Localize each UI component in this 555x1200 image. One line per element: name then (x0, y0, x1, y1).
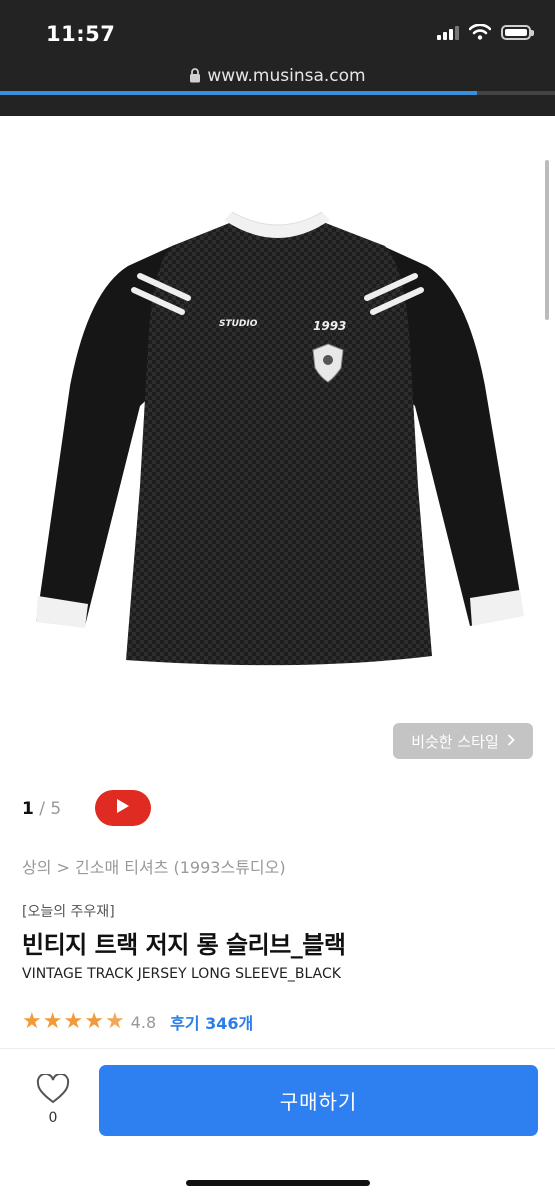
browser-chrome: 11:57 www.musinsa.com (0, 0, 555, 116)
jersey-image (36, 211, 524, 666)
pager-separator: / (33, 799, 51, 819)
star-icon: ★ (63, 1009, 84, 1034)
pager-current: 1 (22, 799, 34, 819)
like-button[interactable]: 0 (34, 1072, 72, 1126)
promo-tag: [오늘의 주우재] (22, 904, 115, 920)
buy-button[interactable]: 구매하기 (99, 1065, 538, 1136)
review-count-link[interactable]: 후기 346개 (170, 1010, 253, 1034)
rating-score: 4.8 (130, 1012, 157, 1032)
wifi-icon (469, 24, 491, 40)
scrollbar[interactable] (545, 160, 549, 320)
battery-icon (501, 24, 534, 40)
status-time: 11:57 (46, 22, 116, 46)
image-pager: 1 / 5 (22, 799, 61, 819)
home-indicator (186, 1180, 370, 1186)
like-count: 0 (48, 1110, 58, 1126)
rating-row[interactable]: ★ ★ ★ ★ ★ 4.8 후기 346개 (22, 1010, 253, 1034)
url-text: www.musinsa.com (207, 66, 366, 86)
star-icon: ★ (104, 1009, 125, 1034)
print-studio: STUDIO (219, 319, 258, 329)
address-bar[interactable]: www.musinsa.com (0, 66, 555, 88)
print-1993: 1993 (313, 319, 347, 333)
star-icon: ★ (22, 1009, 42, 1034)
video-play-button[interactable] (95, 790, 151, 826)
product-title-english: VINTAGE TRACK JERSEY LONG SLEEVE_BLACK (22, 966, 341, 982)
chevron-right-icon (507, 732, 515, 750)
star-icon: ★ (42, 1009, 63, 1034)
rating-stars: ★ ★ ★ ★ ★ (22, 1011, 125, 1033)
page-load-progress-track (477, 91, 555, 95)
similar-style-button[interactable]: 비슷한 스타일 (393, 723, 533, 759)
cellular-signal-icon (437, 24, 459, 40)
product-image[interactable]: STUDIO 1993 (0, 116, 555, 776)
pager-total: 5 (50, 799, 62, 819)
breadcrumb[interactable]: 상의 > 긴소매 티셔츠 (1993스튜디오) (22, 854, 286, 878)
similar-style-label: 비슷한 스타일 (411, 732, 499, 751)
star-icon: ★ (84, 1009, 104, 1034)
lock-icon (189, 68, 201, 88)
product-title: 빈티지 트랙 저지 롱 슬리브_블랙 (22, 931, 346, 959)
play-icon (116, 798, 130, 818)
heart-icon (36, 1072, 70, 1108)
page-load-progress (0, 91, 477, 95)
status-icons (437, 24, 534, 40)
